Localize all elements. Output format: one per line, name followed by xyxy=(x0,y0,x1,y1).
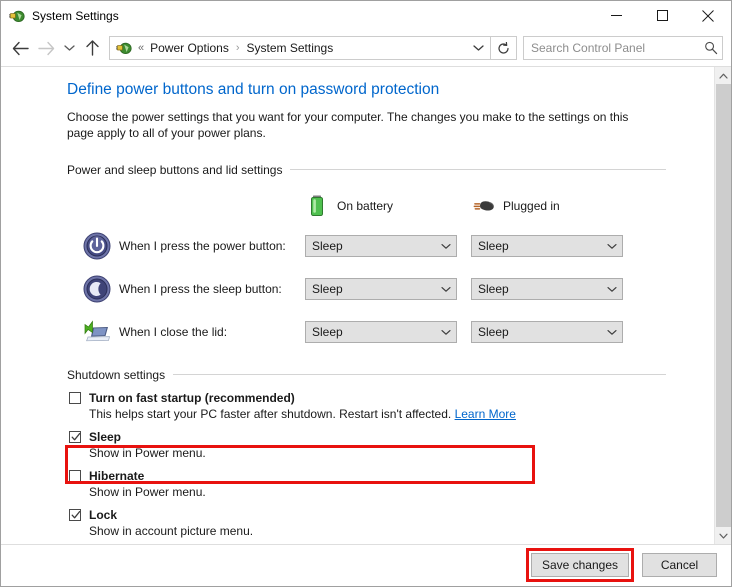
option-lock[interactable]: Lock Show in account picture menu. xyxy=(67,507,698,540)
checkbox-lock[interactable] xyxy=(69,508,81,521)
refresh-icon[interactable] xyxy=(491,36,517,60)
vertical-scrollbar[interactable] xyxy=(714,67,731,544)
setting-label: When I close the lid: xyxy=(119,325,228,340)
section-header-power-buttons: Power and sleep buttons and lid settings xyxy=(67,163,666,177)
combo-value: Sleep xyxy=(312,325,343,340)
window-controls xyxy=(593,1,731,30)
up-arrow-icon[interactable] xyxy=(79,34,105,62)
search-input[interactable]: Search Control Panel xyxy=(523,36,723,60)
option-fast-startup[interactable]: Turn on fast startup (recommended) This … xyxy=(67,390,698,423)
column-header-plugged-in: Plugged in xyxy=(471,193,637,219)
shutdown-options-list: Turn on fast startup (recommended) This … xyxy=(1,390,698,540)
page-description: Choose the power settings that you want … xyxy=(67,109,629,140)
section-rule xyxy=(173,374,666,376)
option-description: Show in account picture menu. xyxy=(89,523,254,538)
setting-label: When I press the sleep button: xyxy=(119,282,282,297)
setting-label: When I press the power button: xyxy=(119,239,286,254)
system-settings-window: System Settings « Power Options › System… xyxy=(0,0,732,587)
close-button[interactable] xyxy=(685,1,731,30)
address-bar[interactable]: « Power Options › System Settings xyxy=(109,36,491,60)
dialog-footer: Save changes Cancel xyxy=(1,544,731,585)
option-description-text: This helps start your PC faster after sh… xyxy=(89,406,455,421)
chevron-down-icon xyxy=(602,286,622,293)
power-options-icon xyxy=(116,40,132,56)
power-plug-icon xyxy=(471,193,495,219)
section-rule xyxy=(290,169,666,171)
cancel-button[interactable]: Cancel xyxy=(642,553,717,577)
combo-power-button-on-battery[interactable]: Sleep xyxy=(305,235,457,258)
combo-value: Sleep xyxy=(312,239,343,254)
chevron-down-icon xyxy=(436,243,456,250)
option-title: Hibernate xyxy=(89,468,145,483)
power-options-icon xyxy=(9,8,25,24)
column-label: Plugged in xyxy=(503,198,560,213)
combo-value: Sleep xyxy=(478,325,509,340)
learn-more-link[interactable]: Learn More xyxy=(455,407,516,421)
combo-close-lid-on-battery[interactable]: Sleep xyxy=(305,321,457,344)
settings-pane: Define power buttons and turn on passwor… xyxy=(1,67,698,544)
highlight-box-save-changes: Save changes xyxy=(525,548,634,582)
title-bar: System Settings xyxy=(1,1,731,30)
checkbox-hibernate[interactable] xyxy=(69,469,81,482)
scroll-up-icon[interactable] xyxy=(715,67,731,84)
chevron-down-icon xyxy=(602,329,622,336)
setting-row-power-button: When I press the power button: Sleep Sle… xyxy=(1,225,698,268)
scrollbar-thumb[interactable] xyxy=(716,84,731,527)
combo-value: Sleep xyxy=(478,239,509,254)
checkbox-fast-startup[interactable] xyxy=(69,391,81,404)
breadcrumb-separator[interactable]: › xyxy=(236,42,240,54)
recent-locations-chevron-icon[interactable] xyxy=(59,34,79,62)
chevron-down-icon xyxy=(436,329,456,336)
content-area: Define power buttons and turn on passwor… xyxy=(1,66,731,544)
page-title: Define power buttons and turn on passwor… xyxy=(67,81,440,98)
save-changes-button[interactable]: Save changes xyxy=(530,553,629,577)
combo-close-lid-plugged-in[interactable]: Sleep xyxy=(471,321,623,344)
chevron-down-icon xyxy=(436,286,456,293)
navigation-bar: « Power Options › System Settings Search… xyxy=(1,30,731,66)
column-label: On battery xyxy=(337,198,394,213)
column-headers: On battery Plugged in xyxy=(1,187,698,225)
option-title: Turn on fast startup (recommended) xyxy=(89,390,295,405)
option-title: Sleep xyxy=(89,429,122,444)
maximize-button[interactable] xyxy=(639,1,685,30)
battery-icon xyxy=(305,193,329,219)
window-title: System Settings xyxy=(32,8,119,23)
chevron-down-icon xyxy=(602,243,622,250)
checkbox-sleep[interactable] xyxy=(69,430,81,443)
minimize-button[interactable] xyxy=(593,1,639,30)
search-icon[interactable] xyxy=(700,41,722,55)
option-sleep[interactable]: Sleep Show in Power menu. xyxy=(67,429,698,462)
previous-locations-chevrons[interactable]: « xyxy=(138,42,144,54)
search-placeholder: Search Control Panel xyxy=(531,41,646,55)
power-button-icon xyxy=(83,232,111,260)
section-header-shutdown: Shutdown settings xyxy=(67,368,666,382)
option-description: Show in Power menu. xyxy=(89,484,206,499)
scroll-down-icon[interactable] xyxy=(715,527,731,544)
option-title: Lock xyxy=(89,507,118,522)
combo-power-button-plugged-in[interactable]: Sleep xyxy=(471,235,623,258)
sleep-moon-icon xyxy=(83,275,111,303)
option-description: Show in Power menu. xyxy=(89,445,206,460)
section-label: Power and sleep buttons and lid settings xyxy=(67,162,283,177)
combo-sleep-button-plugged-in[interactable]: Sleep xyxy=(471,278,623,301)
chevron-down-icon[interactable] xyxy=(466,37,490,59)
combo-sleep-button-on-battery[interactable]: Sleep xyxy=(305,278,457,301)
combo-value: Sleep xyxy=(312,282,343,297)
option-hibernate[interactable]: Hibernate Show in Power menu. xyxy=(67,468,698,501)
option-description: This helps start your PC faster after sh… xyxy=(89,406,698,423)
forward-arrow-icon xyxy=(33,34,59,62)
section-label: Shutdown settings xyxy=(67,367,166,382)
breadcrumb-item-system-settings[interactable]: System Settings xyxy=(247,41,334,55)
setting-row-close-lid: When I close the lid: Sleep Sleep xyxy=(1,311,698,354)
back-arrow-icon[interactable] xyxy=(7,34,33,62)
column-header-on-battery: On battery xyxy=(305,193,471,219)
combo-value: Sleep xyxy=(478,282,509,297)
setting-row-sleep-button: When I press the sleep button: Sleep Sle… xyxy=(1,268,698,311)
laptop-lid-icon xyxy=(83,318,111,346)
breadcrumb-item-power-options[interactable]: Power Options xyxy=(150,41,229,55)
